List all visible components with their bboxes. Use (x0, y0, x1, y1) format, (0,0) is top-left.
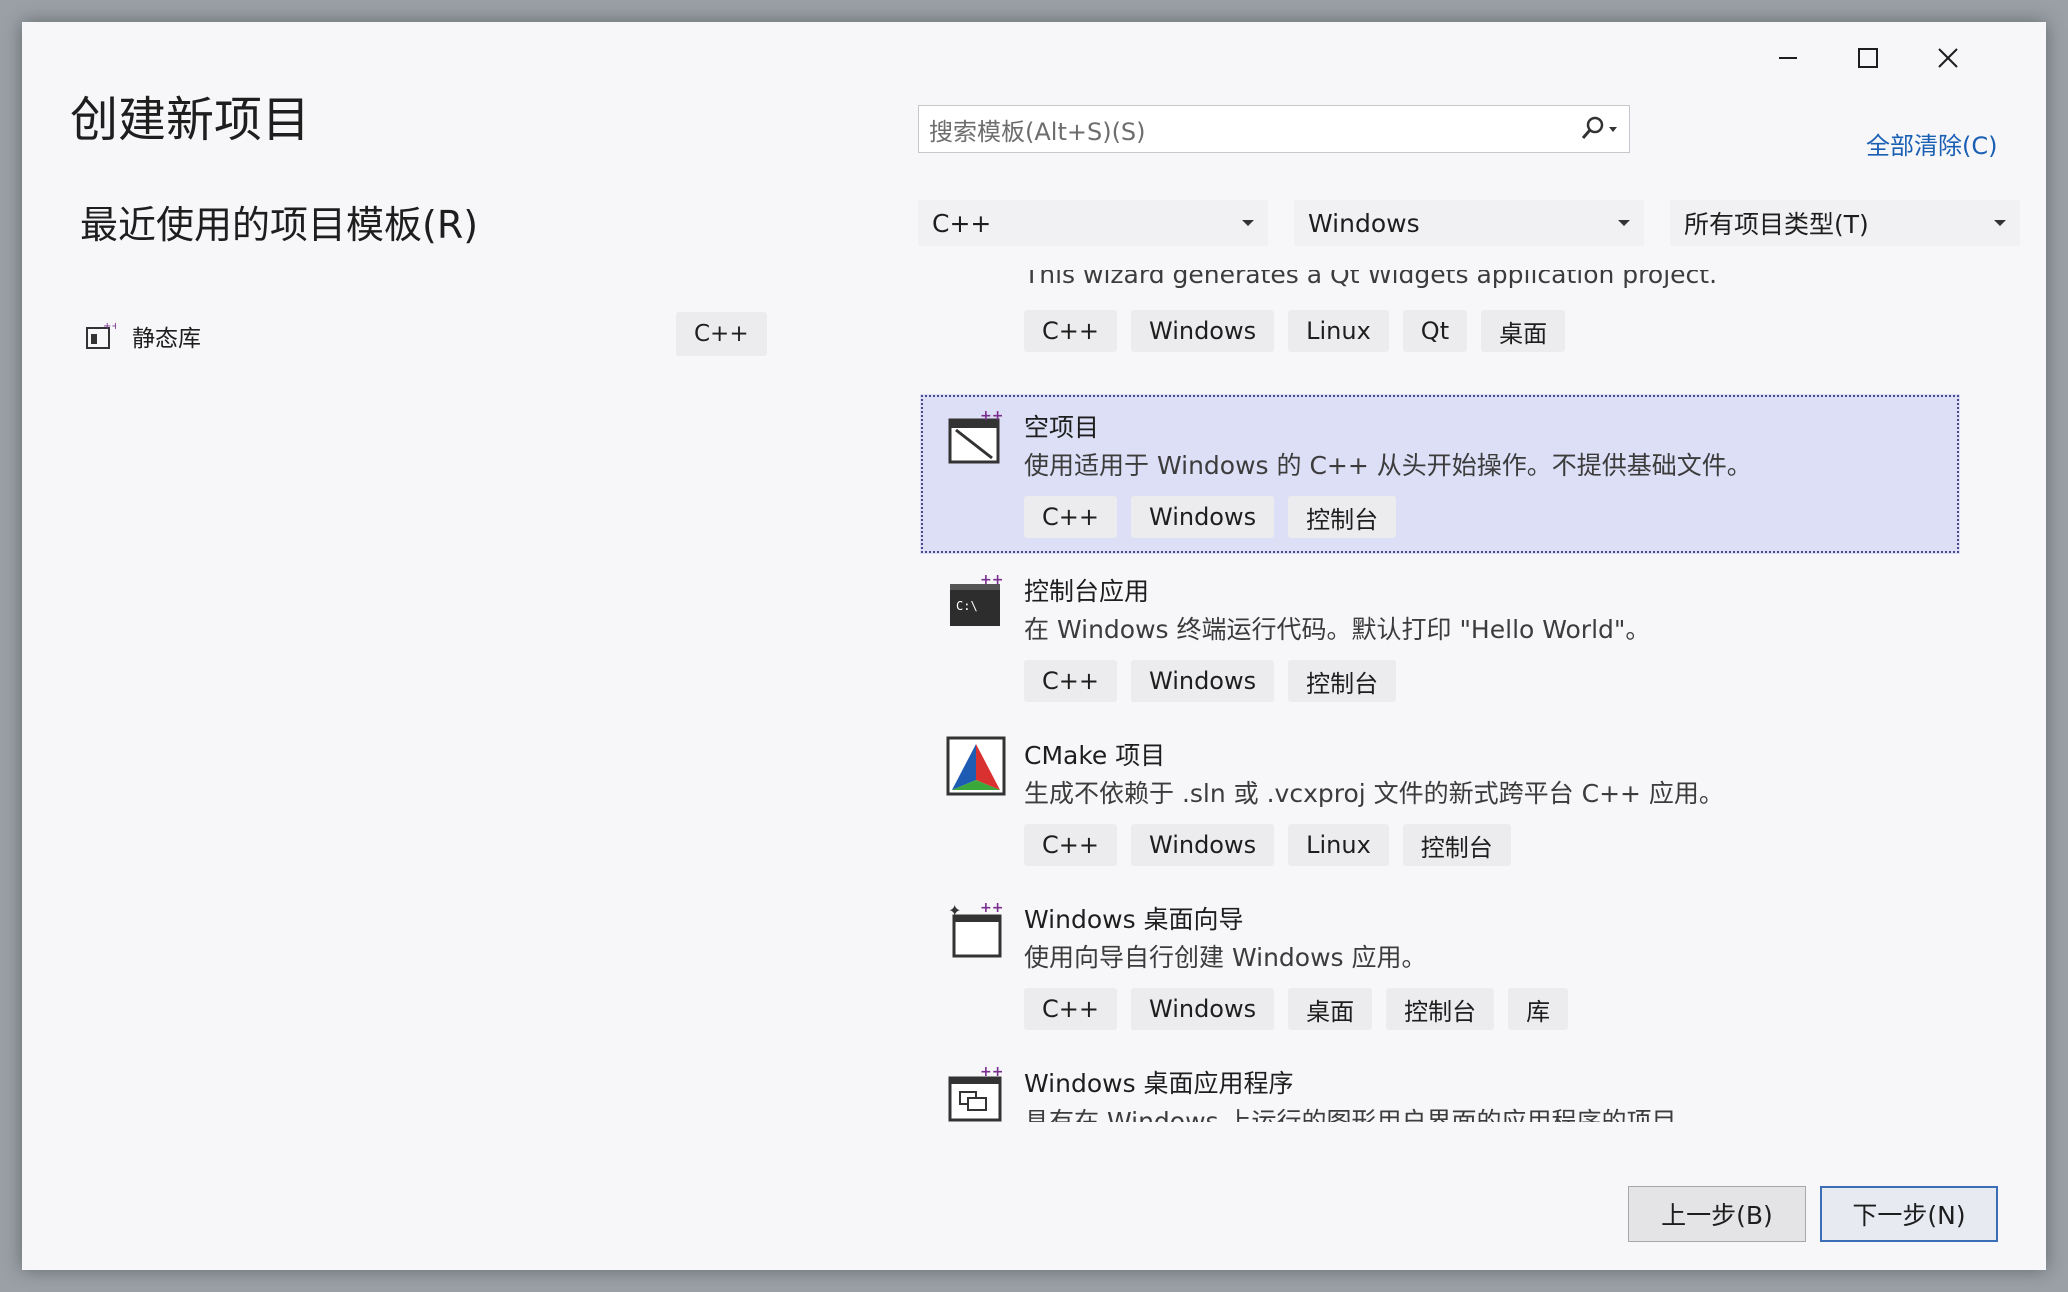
template-tags: C++ Windows 控制台 (1024, 496, 1397, 538)
search-placeholder: 搜索模板(Alt+S)(S) (929, 117, 1146, 146)
close-button[interactable] (1916, 36, 1980, 80)
template-empty-project[interactable]: ++ 空项目 使用适用于 Windows 的 C++ 从头开始操作。不提供基础文… (920, 394, 1960, 554)
svg-text:✦: ✦ (948, 901, 961, 920)
svg-text:++: ++ (980, 900, 1003, 916)
template-name: 控制台应用 (1024, 577, 1150, 606)
tag: Windows (1130, 988, 1275, 1030)
tag: 控制台 (1402, 824, 1511, 866)
platform-filter-value: Windows (1308, 208, 1420, 238)
svg-text:++: ++ (980, 1064, 1003, 1080)
search-icon[interactable] (1569, 106, 1629, 152)
tag: 桌面 (1481, 310, 1566, 352)
recent-item-tag: C++ (676, 312, 767, 356)
tag: Windows (1130, 496, 1275, 538)
create-project-dialog: 创建新项目 最近使用的项目模板(R) ++ 静态库 C++ 搜索模板(Alt+S… (22, 22, 2046, 1270)
tag: C++ (1024, 496, 1117, 538)
template-name: Windows 桌面向导 (1024, 905, 1244, 934)
template-desktop-app[interactable]: ++ Windows 桌面应用程序 具有在 Windows 上运行的图形用户界面… (920, 1050, 1960, 1122)
svg-text:++: ++ (980, 408, 1003, 424)
desktop-app-icon: ++ (948, 1064, 1003, 1122)
svg-text:++: ++ (980, 572, 1003, 588)
recent-item-label: 静态库 (132, 326, 201, 352)
cmake-icon (946, 736, 1006, 796)
tag: Qt (1402, 310, 1468, 352)
template-tags: C++ Windows 桌面 控制台 库 (1024, 988, 1569, 1030)
close-icon (1938, 48, 1958, 68)
template-tags: C++ Windows 控制台 (1024, 660, 1397, 702)
chevron-down-icon (1604, 218, 1644, 228)
template-tags: C++ Windows Linux Qt 桌面 (1024, 310, 1566, 352)
language-filter[interactable]: C++ (918, 200, 1268, 246)
minimize-icon (1779, 57, 1797, 59)
template-desc: 生成不依赖于 .sln 或 .vcxproj 文件的新式跨平台 C++ 应用。 (1024, 779, 1724, 808)
tag: 桌面 (1288, 988, 1373, 1030)
template-cmake-project[interactable]: CMake 项目 生成不依赖于 .sln 或 .vcxproj 文件的新式跨平台… (920, 722, 1960, 882)
template-tags: C++ Windows Linux 控制台 (1024, 824, 1511, 866)
template-list[interactable]: This wizard generates a Qt Widgets appli… (920, 270, 2020, 1122)
template-desc: 具有在 Windows 上运行的图形用户界面的应用程序的项目。 (1024, 1107, 1702, 1122)
recent-item-static-lib[interactable]: ++ 静态库 C++ (84, 312, 767, 360)
next-button[interactable]: 下一步(N) (1820, 1186, 1998, 1242)
tag: Linux (1288, 310, 1389, 352)
template-name: 空项目 (1024, 413, 1100, 442)
tag: 控制台 (1288, 496, 1397, 538)
page-title: 创建新项目 (70, 92, 311, 148)
tag: 控制台 (1288, 660, 1397, 702)
platform-filter[interactable]: Windows (1294, 200, 1644, 246)
template-desktop-wizard[interactable]: ✦ ++ Windows 桌面向导 使用向导自行创建 Windows 应用。 C… (920, 886, 1960, 1046)
template-desc: 在 Windows 终端运行代码。默认打印 "Hello World"。 (1024, 615, 1651, 644)
tag: C++ (1024, 310, 1117, 352)
chevron-down-icon (1228, 218, 1268, 228)
tag: Linux (1288, 824, 1389, 866)
template-name: Windows 桌面应用程序 (1024, 1069, 1294, 1098)
back-button[interactable]: 上一步(B) (1628, 1186, 1806, 1242)
tag: Windows (1130, 310, 1275, 352)
svg-text:++: ++ (103, 321, 116, 332)
template-desc: 使用适用于 Windows 的 C++ 从头开始操作。不提供基础文件。 (1024, 451, 1752, 480)
tag: Windows (1130, 660, 1275, 702)
tag: 控制台 (1386, 988, 1495, 1030)
template-desc: 使用向导自行创建 Windows 应用。 (1024, 943, 1427, 972)
search-input[interactable]: 搜索模板(Alt+S)(S) (918, 105, 1630, 153)
project-type-filter[interactable]: 所有项目类型(T) (1670, 200, 2020, 246)
tag: C++ (1024, 824, 1117, 866)
maximize-icon (1858, 48, 1878, 68)
tag: Windows (1130, 824, 1275, 866)
static-library-icon: ++ (86, 321, 116, 349)
svg-text:C:\: C:\ (956, 599, 978, 613)
template-console-app[interactable]: C:\ ++ 控制台应用 在 Windows 终端运行代码。默认打印 "Hell… (920, 558, 1960, 718)
template-name: CMake 项目 (1024, 741, 1166, 770)
empty-project-icon: ++ (948, 408, 1003, 464)
language-filter-value: C++ (932, 208, 992, 238)
desktop-wizard-icon: ✦ ++ (948, 900, 1003, 958)
chevron-down-icon (1980, 218, 2020, 228)
maximize-button[interactable] (1836, 36, 1900, 80)
template-qt-widgets[interactable]: This wizard generates a Qt Widgets appli… (920, 270, 1960, 368)
recent-templates-heading: 最近使用的项目模板(R) (80, 203, 479, 247)
template-desc: This wizard generates a Qt Widgets appli… (1024, 270, 1718, 289)
clear-all-link[interactable]: 全部清除(C) (1866, 126, 1997, 161)
console-app-icon: C:\ ++ (950, 572, 1003, 626)
tag: C++ (1024, 660, 1117, 702)
minimize-button[interactable] (1756, 36, 1820, 80)
tag: 库 (1508, 988, 1569, 1030)
tag: C++ (1024, 988, 1117, 1030)
project-type-filter-value: 所有项目类型(T) (1684, 210, 1869, 239)
